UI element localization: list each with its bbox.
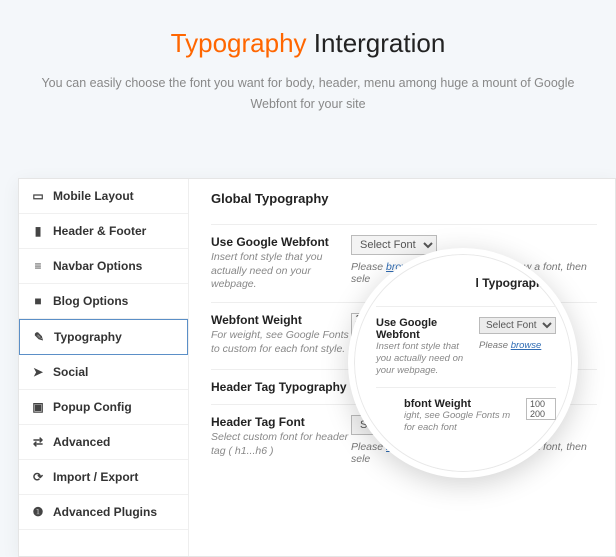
sidebar-item-mobile-layout[interactable]: ▭ Mobile Layout <box>19 179 188 214</box>
sidebar-item-label: Header & Footer <box>53 224 146 238</box>
hero: Typography Intergration You can easily c… <box>0 0 616 126</box>
sidebar-item-label: Typography <box>54 330 122 344</box>
sidebar-item-label: Navbar Options <box>53 259 142 273</box>
sidebar-item-label: Mobile Layout <box>53 189 134 203</box>
sidebar-item-header-footer[interactable]: ▮ Header & Footer <box>19 214 188 249</box>
weight-option[interactable]: 200 <box>527 409 555 419</box>
page-subtitle: You can easily choose the font you want … <box>40 73 576 116</box>
sidebar-item-import-export[interactable]: ⟳ Import / Export <box>19 460 188 495</box>
sidebar-item-label: Import / Export <box>53 470 138 484</box>
field-control: 100200 <box>526 398 556 420</box>
sidebar-item-advanced[interactable]: ⇄ Advanced <box>19 425 188 460</box>
sidebar-item-blog-options[interactable]: ■ Blog Options <box>19 284 188 319</box>
section-heading: Global Typography <box>211 191 597 206</box>
sidebar-item-label: Blog Options <box>53 294 128 308</box>
popup-config-icon: ▣ <box>31 400 45 414</box>
import-export-icon: ⟳ <box>31 470 45 484</box>
blog-options-icon: ■ <box>31 294 45 308</box>
typography-icon: ✎ <box>32 330 46 344</box>
sidebar-item-advanced-plugins[interactable]: ❶ Advanced Plugins <box>19 495 188 530</box>
sidebar-item-label: Advanced Plugins <box>53 505 157 519</box>
sidebar-item-popup-config[interactable]: ▣ Popup Config <box>19 390 188 425</box>
navbar-options-icon: ≡ <box>31 259 45 273</box>
sidebar: ▭ Mobile Layout ▮ Header & Footer ≡ Navbar Op… <box>19 179 189 556</box>
advanced-icon: ⇄ <box>31 435 45 449</box>
sidebar-item-navbar-options[interactable]: ≡ Navbar Options <box>19 249 188 284</box>
lens-section-heading: l Typography <box>376 276 556 290</box>
lens-browse-link[interactable]: browse <box>511 340 542 351</box>
lens-select-font-dropdown[interactable]: Select Font <box>479 317 556 334</box>
sidebar-item-social[interactable]: ➤ Social <box>19 355 188 390</box>
sidebar-item-typography[interactable]: ✎ Typography <box>19 319 188 355</box>
select-font-dropdown[interactable]: Select Font <box>351 235 437 255</box>
advanced-plugins-icon: ❶ <box>31 505 45 519</box>
field-label: Use Google Webfont Insert font style tha… <box>376 317 471 377</box>
title-accent: Typography <box>171 28 307 58</box>
field-label: Use Google Webfont Insert font style tha… <box>211 235 351 292</box>
field-label: Webfont Weight For weight, see Google Fo… <box>211 313 351 359</box>
social-icon: ➤ <box>31 365 45 379</box>
zoom-lens: l Typography Use Google Webfont Insert f… <box>348 248 578 478</box>
sidebar-item-label: Advanced <box>53 435 110 449</box>
page-title: Typography Intergration <box>40 28 576 59</box>
field-control: Select Font Please browse <box>479 317 556 351</box>
lens-weight-listbox[interactable]: 100200 <box>526 398 556 420</box>
sidebar-item-label: Popup Config <box>53 400 132 414</box>
field-label: Header Tag Font Select custom font for h… <box>211 415 351 465</box>
sidebar-item-label: Social <box>53 365 88 379</box>
header-footer-icon: ▮ <box>31 224 45 238</box>
mobile-layout-icon: ▭ <box>31 189 45 203</box>
weight-option[interactable]: 100 <box>527 399 555 409</box>
field-label: bfont Weight ight, see Google Fonts m fo… <box>376 398 518 434</box>
title-rest: Intergration <box>314 28 446 58</box>
field-label: Header Tag Typography <box>211 380 351 394</box>
